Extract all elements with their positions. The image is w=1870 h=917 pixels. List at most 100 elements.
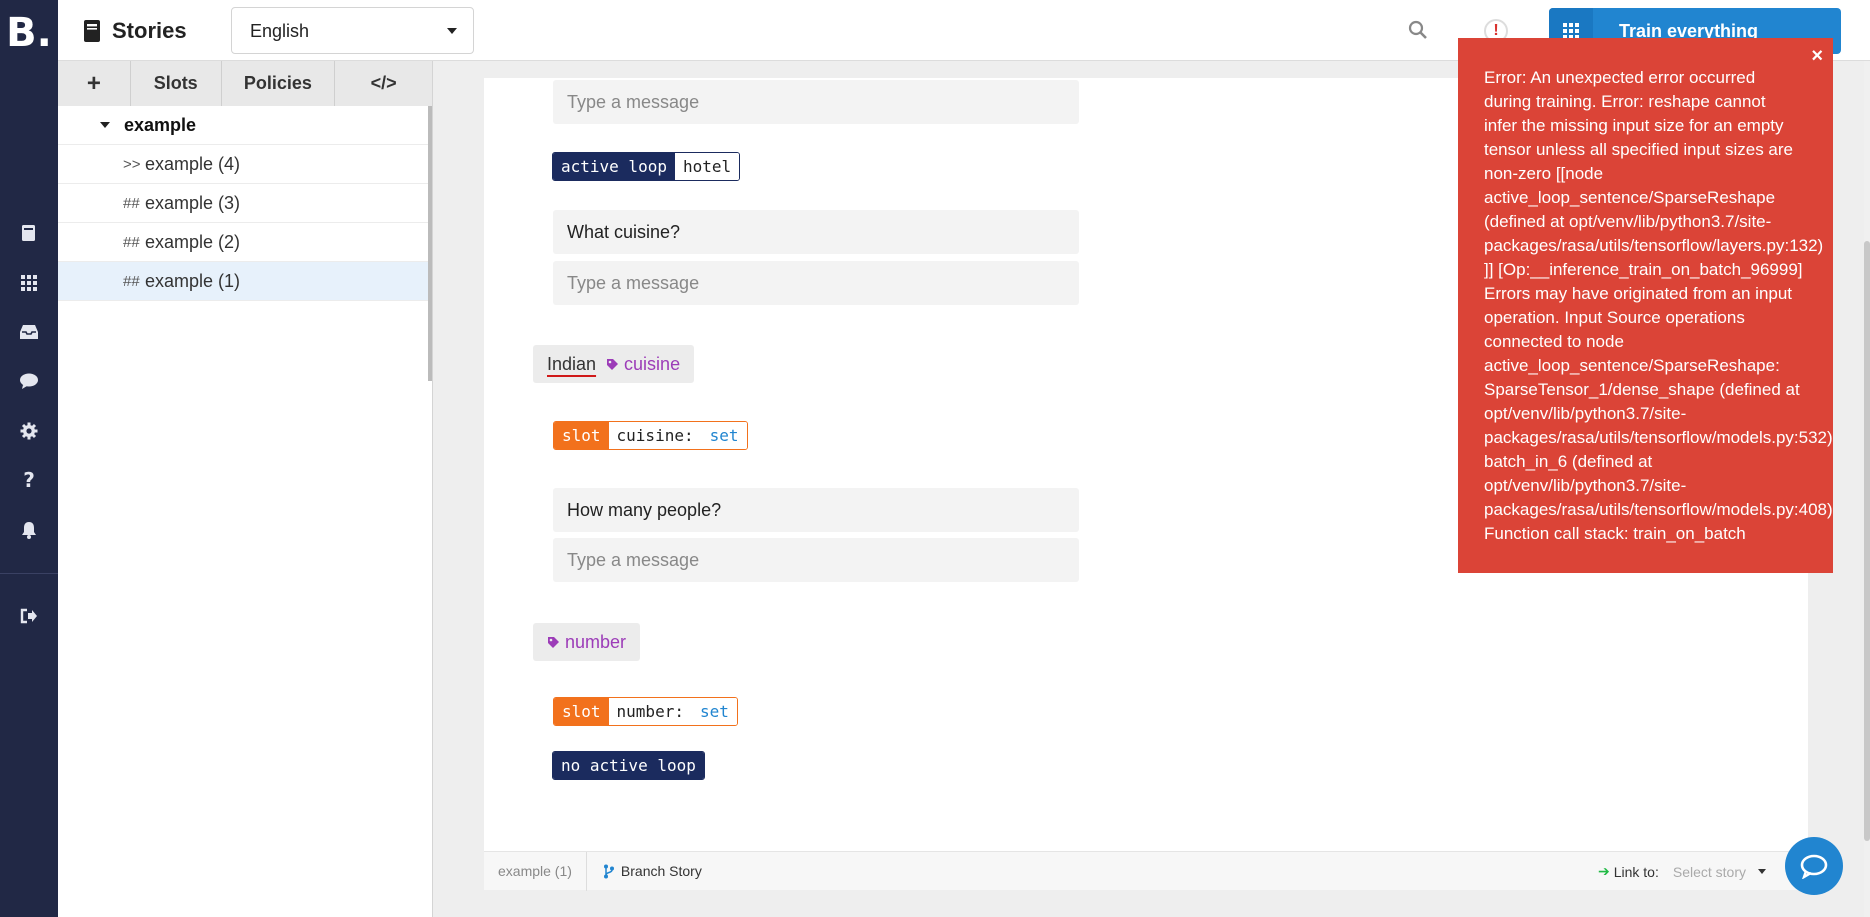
error-line: packages/rasa/utils/tensorflow/models.py… bbox=[1484, 500, 1833, 519]
language-select[interactable]: English bbox=[231, 7, 474, 54]
utterance-text: Indian bbox=[547, 353, 597, 374]
error-line: packages/rasa/utils/tensorflow/models.py… bbox=[1484, 428, 1833, 447]
tab-code[interactable]: </> bbox=[335, 61, 433, 106]
story-prefix: ## bbox=[123, 272, 140, 290]
story-prefix: ## bbox=[123, 233, 140, 251]
error-line: ]] [Op:__inference_train_on_batch_96999] bbox=[1484, 260, 1803, 279]
error-line: non-zero [[node bbox=[1484, 164, 1604, 183]
slot-name: number: bbox=[608, 698, 692, 725]
error-line: active_loop_sentence/SparseReshape bbox=[1484, 188, 1776, 207]
search-icon[interactable] bbox=[1408, 20, 1428, 45]
story-item-label: example (2) bbox=[145, 231, 241, 252]
branch-icon bbox=[603, 864, 614, 878]
error-line: opt/venv/lib/python3.7/site- bbox=[1484, 476, 1687, 495]
story-item-label: example (3) bbox=[145, 192, 241, 213]
close-icon[interactable]: × bbox=[1811, 44, 1823, 68]
page-scrollbar-thumb[interactable] bbox=[1864, 241, 1870, 841]
nlu-icon[interactable] bbox=[0, 268, 58, 298]
bot-message[interactable]: What cuisine? bbox=[553, 210, 1079, 254]
slot-tag[interactable]: slot cuisine: set bbox=[553, 421, 748, 450]
bot-message-input[interactable]: Type a message bbox=[553, 261, 1079, 305]
tab-policies[interactable]: Policies bbox=[221, 61, 336, 106]
arrow-right-icon: ➔ bbox=[1597, 863, 1610, 879]
active-loop-key: active loop bbox=[553, 153, 675, 180]
error-line: tensor unless all specified input sizes … bbox=[1484, 140, 1793, 159]
page-scrollbar[interactable] bbox=[1864, 61, 1870, 917]
active-loop-key: no active loop bbox=[553, 752, 704, 779]
story-group-label: example bbox=[124, 114, 197, 135]
slot-name: cuisine: bbox=[608, 422, 702, 449]
slot-tag[interactable]: slot number: set bbox=[553, 697, 738, 726]
caret-down-icon bbox=[100, 122, 110, 128]
branch-story-label: Branch Story bbox=[620, 863, 702, 879]
chat-launcher-button[interactable] bbox=[1785, 837, 1843, 895]
link-to-select[interactable]: ➔ Link to: Select story bbox=[1598, 863, 1766, 880]
user-utterance[interactable]: number bbox=[533, 623, 641, 661]
branch-story-button[interactable]: Branch Story bbox=[587, 863, 702, 879]
story-prefix: >> bbox=[123, 155, 141, 173]
bot-message-input[interactable]: Type a message bbox=[553, 80, 1079, 124]
slot-key: slot bbox=[554, 698, 609, 725]
logout-icon[interactable] bbox=[0, 601, 58, 631]
error-line: connected to node bbox=[1484, 332, 1624, 351]
slot-key: slot bbox=[554, 422, 609, 449]
caret-down-icon bbox=[447, 28, 457, 34]
story-sidebar: + Slots Policies </> example >> example … bbox=[58, 61, 433, 917]
footer-story-name: example (1) bbox=[484, 851, 587, 891]
story-item-label: example (1) bbox=[145, 270, 241, 291]
add-story-group-button[interactable]: + bbox=[58, 61, 131, 106]
error-notification: × Error: An unexpected error occurred du… bbox=[1458, 38, 1833, 573]
conversations-icon[interactable] bbox=[0, 366, 58, 396]
rail-divider bbox=[0, 573, 58, 574]
slot-state: set bbox=[701, 422, 747, 449]
error-line: Error: An unexpected error occurred bbox=[1484, 68, 1756, 87]
error-line: batch_in_6 (defined at bbox=[1484, 452, 1653, 471]
entity-name: cuisine bbox=[624, 353, 681, 374]
caret-down-icon bbox=[1758, 869, 1766, 874]
story-item[interactable]: >> example (4) bbox=[58, 145, 432, 184]
book-icon bbox=[84, 20, 100, 42]
error-line: SparseTensor_1/dense_shape (defined at bbox=[1484, 380, 1800, 399]
error-line: packages/rasa/utils/tensorflow/layers.py… bbox=[1484, 236, 1824, 255]
incoming-icon[interactable] bbox=[0, 317, 58, 347]
language-select-value: English bbox=[250, 21, 310, 41]
story-item-label: example (4) bbox=[145, 153, 241, 174]
sidebar-scrollbar[interactable] bbox=[428, 106, 432, 381]
tag-icon bbox=[607, 358, 619, 370]
error-line: Errors may have originated from an input bbox=[1484, 284, 1793, 303]
error-line: active_loop_sentence/SparseReshape: bbox=[1484, 356, 1780, 375]
tab-slots[interactable]: Slots bbox=[130, 61, 222, 106]
error-line: Function call stack: train_on_batch bbox=[1484, 524, 1746, 543]
story-prefix: ## bbox=[123, 194, 140, 212]
story-group[interactable]: example bbox=[58, 106, 432, 145]
settings-icon[interactable] bbox=[0, 416, 58, 446]
link-to-placeholder: Select story bbox=[1672, 863, 1746, 880]
icon-rail: B. ? bbox=[0, 0, 58, 917]
no-active-loop-tag[interactable]: no active loop bbox=[552, 751, 705, 780]
link-to-label: Link to: bbox=[1613, 863, 1659, 880]
notifications-icon[interactable] bbox=[0, 515, 58, 545]
chat-icon bbox=[1800, 854, 1828, 879]
stories-icon[interactable] bbox=[0, 218, 58, 248]
story-item[interactable]: ## example (2) bbox=[58, 223, 432, 262]
help-icon[interactable]: ? bbox=[0, 465, 58, 495]
bot-message[interactable]: How many people? bbox=[553, 488, 1079, 532]
error-line: opt/venv/lib/python3.7/site- bbox=[1484, 404, 1687, 423]
page-title-text: Stories bbox=[112, 18, 187, 43]
app-logo[interactable]: B. bbox=[0, 0, 58, 66]
user-utterance[interactable]: Indian cuisine bbox=[533, 345, 695, 383]
active-loop-tag[interactable]: active loop hotel bbox=[552, 152, 741, 181]
error-line: infer the missing input size for an empt… bbox=[1484, 116, 1784, 135]
bot-message-input[interactable]: Type a message bbox=[553, 538, 1079, 582]
entity-label[interactable]: cuisine bbox=[606, 354, 680, 375]
error-line: operation. Input Source operations bbox=[1484, 308, 1745, 327]
error-line: (defined at opt/venv/lib/python3.7/site- bbox=[1484, 212, 1772, 231]
slot-state: set bbox=[691, 698, 737, 725]
entity-label[interactable]: number bbox=[547, 632, 626, 653]
story-item[interactable]: ## example (3) bbox=[58, 184, 432, 223]
error-line: during training. Error: reshape cannot bbox=[1484, 92, 1766, 111]
story-item-selected[interactable]: ## example (1) bbox=[58, 262, 432, 301]
sidebar-tabs: + Slots Policies </> bbox=[58, 61, 433, 106]
entity-name: number bbox=[565, 631, 627, 652]
active-loop-value: hotel bbox=[674, 153, 740, 180]
